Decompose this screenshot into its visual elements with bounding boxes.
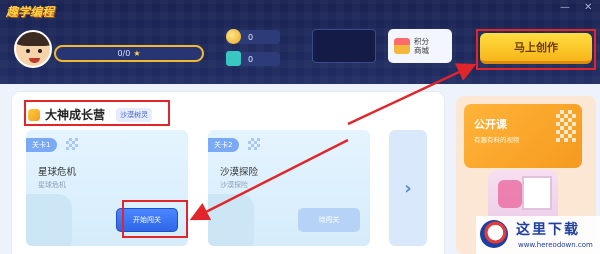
- app-logo: 趣学编程: [6, 5, 55, 19]
- start-level-button[interactable]: 开始闯关: [116, 208, 178, 232]
- points-shop-button[interactable]: 积分商城: [388, 29, 452, 63]
- star-icon: ★: [133, 49, 141, 58]
- level-subtitle: 星球危机: [38, 181, 66, 189]
- level-tag: 关卡1: [26, 138, 58, 152]
- watermark-logo: [480, 220, 508, 248]
- watermark-name: 这里下载: [516, 222, 580, 238]
- shop-icon: [394, 38, 410, 54]
- coin-count: 0: [248, 32, 254, 42]
- section-header: 大神成长营 沙漠树灵: [28, 106, 153, 123]
- create-now-button[interactable]: 马上创作: [480, 33, 592, 64]
- next-page-arrow[interactable]: ›: [389, 130, 427, 246]
- level-name: 沙漠探险: [220, 167, 259, 178]
- level-card-1[interactable]: 关卡1 星球危机 星球危机 开始闯关: [26, 130, 188, 246]
- open-class-subtitle: 有趣有料的视频: [474, 136, 520, 144]
- xp-value: 0/0: [117, 49, 131, 58]
- trophy-icon: [28, 108, 40, 121]
- section-badge: 沙漠树灵: [116, 107, 153, 122]
- level-card-2[interactable]: 关卡2 沙漠探险 沙漠探险 待闯关: [208, 130, 370, 246]
- gem-count: 0: [248, 54, 254, 64]
- level-name: 星球危机: [38, 167, 77, 178]
- empty-panel: [312, 29, 376, 63]
- coin-stat: 0: [226, 29, 280, 44]
- close-icon[interactable]: ✕: [584, 2, 592, 13]
- pending-level-button[interactable]: 待闯关: [298, 208, 360, 232]
- coin-icon: [226, 29, 241, 44]
- level-subtitle: 沙漠探险: [220, 181, 248, 189]
- avatar[interactable]: [14, 30, 52, 68]
- level-tag: 关卡2: [208, 138, 240, 152]
- section-title: 大神成长营: [45, 108, 106, 122]
- watermark: 这里下载 www.hereodown.com: [476, 216, 600, 254]
- minimize-icon[interactable]: —: [560, 2, 570, 13]
- open-class-title: 公开课: [474, 118, 507, 131]
- shop-label: 积分商城: [414, 37, 429, 55]
- watermark-url: www.hereodown.com: [518, 241, 593, 249]
- xp-progress-bar: 0/0 ★: [54, 45, 204, 62]
- gem-stat: 0: [226, 51, 280, 66]
- gem-icon: [226, 51, 241, 66]
